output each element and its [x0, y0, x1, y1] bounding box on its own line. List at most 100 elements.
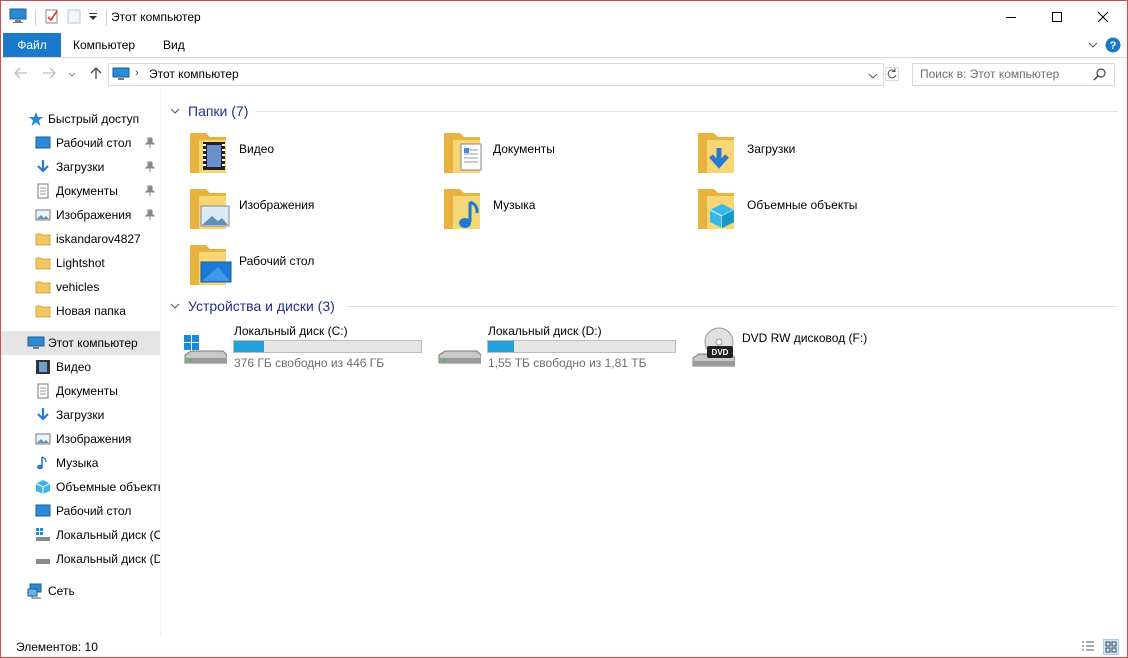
minimize-button[interactable] — [988, 1, 1034, 33]
this-pc-icon — [112, 66, 130, 85]
nav-pc-drive-d[interactable]: Локальный диск (D — [1, 547, 160, 571]
nav-item-folder[interactable]: Новая папка — [1, 299, 160, 323]
tile-label: Загрузки — [747, 142, 796, 156]
pin-icon[interactable] — [144, 209, 156, 221]
tab-view[interactable]: Вид — [151, 33, 197, 57]
nav-label: Локальный диск (D — [56, 552, 161, 566]
folder-tile-downloads[interactable]: Загрузки — [674, 128, 924, 178]
group-header-folders[interactable]: Папки (7) — [161, 101, 248, 121]
windows-drive-icon — [35, 527, 51, 543]
search-icon[interactable] — [1093, 67, 1107, 84]
tile-label: Изображения — [239, 198, 315, 212]
large-icons-view-icon[interactable] — [1103, 639, 1119, 657]
search-input[interactable]: Поиск в: Этот компьютер — [912, 63, 1115, 86]
nav-network[interactable]: Сеть — [1, 579, 160, 603]
drive-icon — [435, 333, 482, 372]
music-folder-icon — [442, 184, 490, 232]
nav-pc-pictures[interactable]: Изображения — [1, 427, 160, 451]
address-dropdown-icon[interactable] — [868, 69, 878, 83]
objects-folder-icon — [696, 184, 744, 232]
address-bar[interactable]: › Этот компьютер — [108, 63, 884, 86]
svg-text:?: ? — [1110, 40, 1117, 52]
maximize-button[interactable] — [1034, 1, 1080, 33]
drive-usage-fill — [488, 341, 515, 352]
nav-pc-documents[interactable]: Документы — [1, 379, 160, 403]
nav-item-desktop[interactable]: Рабочий стол — [1, 131, 160, 155]
drive-tile-c[interactable]: Локальный диск (C:) 376 ГБ свободно из 4… — [161, 323, 422, 373]
folder-tile-pictures[interactable]: Изображения — [166, 184, 416, 234]
folder-icon — [35, 303, 51, 319]
drive-label: Локальный диск (D:) — [488, 324, 602, 338]
refresh-icon[interactable] — [885, 67, 899, 84]
up-icon[interactable] — [89, 66, 103, 83]
chevron-down-icon[interactable] — [170, 299, 180, 313]
drive-tile-dvd[interactable]: DVD DVD RW дисковод (F:) — [669, 323, 923, 373]
video-icon — [35, 359, 51, 375]
nav-label: Документы — [56, 184, 118, 198]
folder-icon — [35, 255, 51, 271]
expand-ribbon-icon[interactable] — [1087, 39, 1099, 53]
tile-label: Музыка — [493, 198, 536, 212]
folder-tile-3d-objects[interactable]: Объемные объекты — [674, 184, 924, 234]
tile-label: Объемные объекты — [747, 198, 858, 212]
drive-icon — [35, 551, 51, 567]
nav-pc-desktop[interactable]: Рабочий стол — [1, 499, 160, 523]
nav-item-folder[interactable]: iskandarov4827 — [1, 227, 160, 251]
nav-pc-videos[interactable]: Видео — [1, 355, 160, 379]
nav-item-folder[interactable]: vehicles — [1, 275, 160, 299]
drive-usage-bar — [233, 340, 422, 353]
folder-tile-videos[interactable]: Видео — [166, 128, 416, 178]
nav-item-folder[interactable]: Lightshot — [1, 251, 160, 275]
recent-locations-icon[interactable] — [68, 68, 76, 82]
music-icon — [35, 455, 51, 471]
nav-label: Объемные объекты — [56, 480, 161, 494]
pin-icon[interactable] — [144, 161, 156, 173]
nav-pc-downloads[interactable]: Загрузки — [1, 403, 160, 427]
group-header-devices[interactable]: Устройства и диски (3) — [161, 296, 335, 316]
nav-item-pictures[interactable]: Изображения — [1, 203, 160, 227]
nav-pc-3d-objects[interactable]: Объемные объекты — [1, 475, 160, 499]
help-icon[interactable]: ? — [1105, 37, 1121, 56]
details-view-icon[interactable] — [1081, 640, 1095, 657]
pin-icon[interactable] — [144, 185, 156, 197]
nav-quick-access[interactable]: Быстрый доступ — [1, 107, 160, 131]
star-icon — [28, 111, 44, 127]
properties-icon[interactable] — [44, 8, 60, 27]
this-pc-icon[interactable] — [9, 8, 27, 27]
window-title: Этот компьютер — [111, 10, 201, 24]
title-bar: Этот компьютер — [1, 1, 1127, 33]
chevron-down-icon[interactable] — [170, 104, 180, 118]
close-button[interactable] — [1080, 1, 1126, 33]
breadcrumb-this-pc[interactable]: Этот компьютер — [149, 67, 239, 81]
drive-usage-bar — [487, 340, 676, 353]
nav-item-downloads[interactable]: Загрузки — [1, 155, 160, 179]
nav-label: Lightshot — [56, 256, 105, 270]
nav-label: Быстрый доступ — [48, 112, 140, 126]
nav-pc-music[interactable]: Музыка — [1, 451, 160, 475]
qat-dropdown-icon[interactable] — [88, 11, 98, 25]
nav-label: Локальный диск (C — [56, 528, 161, 542]
nav-label: Видео — [56, 360, 92, 374]
document-icon — [35, 183, 51, 199]
search-placeholder: Поиск в: Этот компьютер — [920, 67, 1060, 81]
nav-pc-drive-c[interactable]: Локальный диск (C — [1, 523, 160, 547]
quick-access-toolbar — [9, 8, 109, 27]
nav-label: iskandarov4827 — [56, 232, 141, 246]
nav-this-pc[interactable]: Этот компьютер — [1, 331, 160, 355]
explorer-window: Этот компьютер Файл Компьютер Вид ? › Эт… — [0, 0, 1128, 658]
nav-item-documents[interactable]: Документы — [1, 179, 160, 203]
tab-file[interactable]: Файл — [3, 33, 61, 57]
folder-tile-desktop[interactable]: Рабочий стол — [166, 240, 416, 290]
back-icon[interactable] — [14, 67, 28, 82]
nav-label: Документы — [56, 384, 118, 398]
desktop-icon — [35, 503, 51, 519]
folder-tile-documents[interactable]: Документы — [420, 128, 670, 178]
tab-computer[interactable]: Компьютер — [61, 33, 147, 57]
tile-label: Документы — [493, 142, 555, 156]
pin-icon[interactable] — [144, 137, 156, 149]
video-folder-icon — [188, 128, 236, 176]
forward-icon[interactable] — [42, 67, 56, 82]
new-folder-icon[interactable] — [66, 8, 82, 27]
drive-tile-d[interactable]: Локальный диск (D:) 1,55 ТБ свободно из … — [415, 323, 676, 373]
folder-tile-music[interactable]: Музыка — [420, 184, 670, 234]
